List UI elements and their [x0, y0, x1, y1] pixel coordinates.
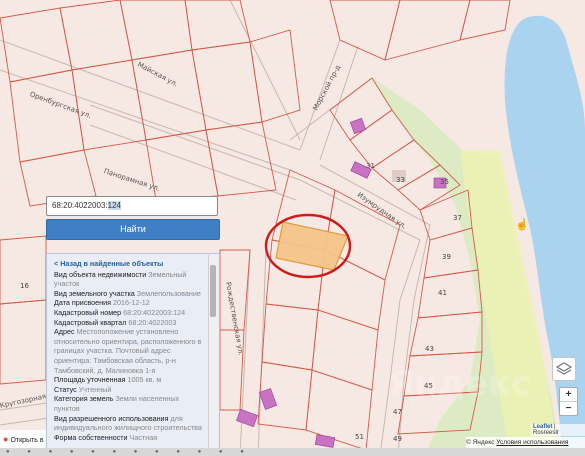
search-value-prefix: 68:20:4022003:: [52, 201, 108, 210]
info-row: Дата присвоения 2016-12-12: [54, 298, 150, 308]
plot-number: 33: [396, 176, 405, 184]
zoom-control: + −: [559, 387, 578, 416]
hand-cursor-icon: ☝: [515, 219, 529, 231]
plot-number: 45: [424, 382, 433, 390]
info-row: Вид земельного участка Землепользование: [54, 288, 201, 298]
plot-number: 37: [453, 214, 462, 222]
open-in-label: Открыть в: [10, 437, 44, 444]
zoom-out-button[interactable]: −: [560, 402, 577, 415]
map-attribution: Leaflet | Rosreestr: [531, 424, 585, 436]
info-scrollbar[interactable]: [208, 255, 218, 454]
plot-number: 16: [20, 282, 29, 290]
info-row: Вид разрешенного использования для индив…: [54, 413, 202, 433]
scrollbar-thumb[interactable]: [210, 265, 216, 317]
layers-icon: [555, 362, 573, 375]
watermark: Яндекс: [388, 364, 531, 404]
layers-button[interactable]: [552, 357, 576, 381]
plot-number: 43: [425, 345, 434, 353]
plot-number: 47: [393, 408, 402, 416]
plot-number: 35: [440, 178, 449, 186]
plot-number: 39: [442, 253, 451, 261]
plot-number: 41: [438, 289, 447, 297]
info-row: Вид объекта недвижимости Земельный участ…: [54, 269, 187, 289]
find-button[interactable]: Найти: [46, 219, 220, 240]
search-value-selected: 124: [107, 201, 121, 210]
object-info-panel: < Назад в найденные объекты Вид объекта …: [46, 253, 220, 456]
plot-number: 31: [366, 162, 375, 170]
info-row: Площадь уточненная 1005 кв. м: [54, 375, 162, 385]
info-row: Статус Учтенный: [54, 384, 112, 394]
cadastral-search-input[interactable]: 68:20:4022003:124: [46, 196, 218, 216]
open-in-button[interactable]: ● Открыть в: [0, 430, 46, 448]
back-to-results-link[interactable]: < Назад в найденные объекты: [54, 259, 205, 269]
plot-number: 49: [393, 435, 402, 443]
info-row: Категория земель Земли населенных пункто…: [54, 394, 180, 413]
bottom-taskbar: ● ● ● ● ● ● ● ● ● ● ● ●: [0, 448, 585, 456]
info-row: Кадастровый номер 68:20:4022003:124: [54, 307, 186, 317]
map-pin-icon: ●: [3, 434, 9, 444]
info-row: Кадастровый квартал 68:20:4022003: [54, 317, 177, 327]
terms-link[interactable]: Условия использования: [496, 439, 568, 446]
yandex-copyright: © Яндекс Условия использования: [466, 437, 585, 448]
info-row: Адрес Местоположение установлено относит…: [54, 327, 202, 375]
plot-number: 51: [355, 433, 364, 441]
info-row: Форма собственности Частная: [54, 432, 158, 442]
zoom-in-button[interactable]: +: [560, 388, 577, 401]
rosreestr-label: Rosreestr: [533, 430, 560, 436]
